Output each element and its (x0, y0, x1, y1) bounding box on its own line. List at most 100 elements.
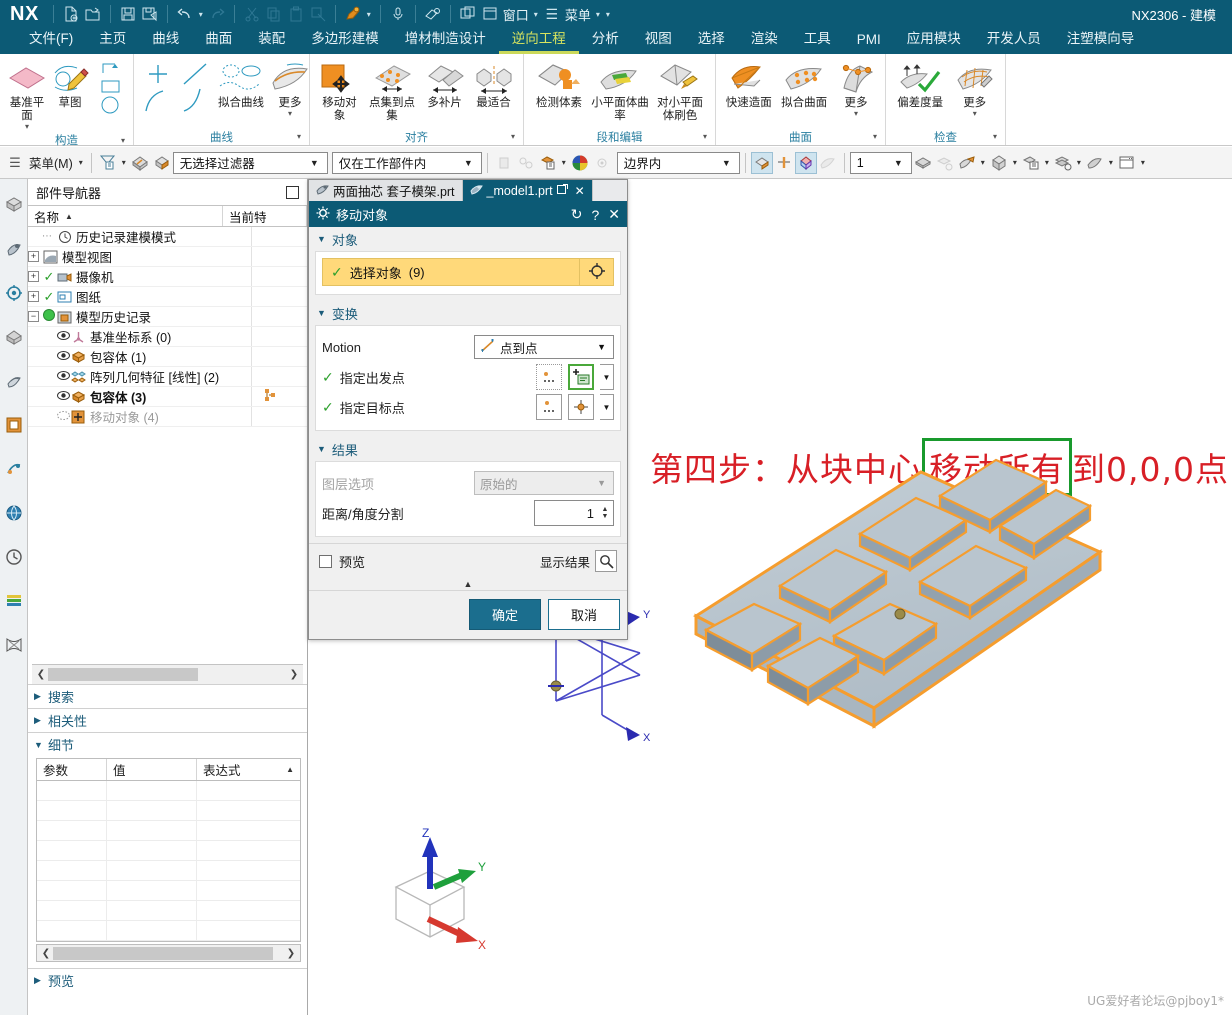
details-column-value[interactable]: 值 (107, 759, 197, 780)
layers-icon[interactable] (1, 403, 27, 447)
tab-additive-manufacturing[interactable]: 增材制造设计 (392, 25, 499, 54)
tab-render[interactable]: 渲染 (738, 25, 791, 54)
ribbon-button-detect-primitives[interactable]: 检测体素 (529, 58, 589, 111)
target-point-constructor-button[interactable] (568, 394, 594, 420)
microphone-icon[interactable] (387, 3, 409, 25)
start-point-select-button[interactable] (536, 364, 562, 390)
chevron-down-icon[interactable]: ▾ (703, 132, 707, 141)
save-icon[interactable] (117, 3, 139, 25)
shaded-body-icon[interactable] (129, 152, 151, 174)
tab-mold-wizard[interactable]: 注塑模向导 (1054, 25, 1148, 54)
ok-button[interactable]: 确定 (468, 599, 541, 630)
tab-assembly[interactable]: 装配 (245, 25, 298, 54)
ribbon-button-paint-facet-body[interactable]: 对小平面体刷色 (651, 58, 709, 124)
selection-filter-combo[interactable]: 无选择过滤器 ▼ (172, 151, 328, 174)
start-point-dropdown-caret[interactable]: ▼ (600, 364, 614, 390)
stepper-up-icon[interactable]: ▲ (602, 506, 609, 513)
window-icon[interactable] (479, 3, 501, 25)
assembly-icon[interactable] (1020, 152, 1042, 174)
chevron-down-icon[interactable]: ▾ (1042, 158, 1052, 167)
scroll-thumb[interactable] (53, 946, 273, 960)
show-result-group[interactable]: 显示结果 (540, 550, 617, 572)
ribbon-button-datum-plane[interactable]: 基准平面 ▾ (5, 58, 49, 132)
details-horizontal-scrollbar[interactable]: ❮ ❯ (36, 944, 301, 962)
start-point-dialog-button[interactable] (568, 364, 594, 390)
tab-reverse-engineering[interactable]: 逆向工程 (498, 25, 579, 54)
pen-icon[interactable] (342, 3, 364, 25)
details-row[interactable] (37, 821, 300, 841)
stepper-arrows[interactable]: ▲ ▼ (599, 506, 613, 520)
chevron-down-icon[interactable]: ▾ (297, 132, 301, 141)
eraser-icon[interactable] (422, 3, 444, 25)
ribbon-button-more-inspect[interactable]: 更多 ▾ (949, 58, 1000, 119)
visibility-eye-icon[interactable] (56, 370, 70, 384)
section-header-transform[interactable]: ▼ 变换 (309, 301, 627, 325)
move-face-icon[interactable] (956, 152, 978, 174)
visibility-eye-icon[interactable] (56, 350, 70, 364)
help-icon[interactable]: ? (591, 207, 599, 223)
tab-tools[interactable]: 工具 (791, 25, 844, 54)
ribbon-button-point-set-to-point-set[interactable]: 点集到点集 (364, 58, 420, 124)
target-point-select-button[interactable] (536, 394, 562, 420)
boundary-combo[interactable]: 边界内 ▼ (616, 151, 740, 174)
window-dropdown-caret[interactable]: ▾ (531, 10, 541, 19)
chevron-down-icon[interactable]: ▼ (34, 740, 48, 750)
section-dependencies[interactable]: ▶ 相关性 (28, 708, 307, 732)
select-object-crosshair-button[interactable] (580, 258, 614, 286)
tree-row-cameras[interactable]: + ✓ 摄像机 (28, 267, 307, 287)
chevron-down-icon[interactable]: ▾ (76, 158, 86, 167)
expand-icon[interactable]: + (28, 291, 39, 302)
details-row[interactable] (37, 921, 300, 941)
tab-developer[interactable]: 开发人员 (974, 25, 1054, 54)
ribbon-button-curve-shapes[interactable] (91, 58, 128, 118)
part-navigator-icon[interactable] (1, 227, 27, 271)
chevron-down-icon[interactable]: ▾ (119, 158, 129, 167)
ribbon-button-best-fit[interactable]: 最适合 (469, 58, 518, 111)
shaded-display-icon[interactable] (750, 151, 773, 174)
chevron-down-icon[interactable]: ▼ (716, 158, 737, 168)
section-details[interactable]: ▼ 细节 (28, 732, 307, 756)
chevron-down-icon[interactable]: ▾ (25, 123, 29, 131)
roles-icon[interactable] (1, 579, 27, 623)
tab-curve[interactable]: 曲线 (139, 25, 192, 54)
ribbon-button-point[interactable] (139, 58, 177, 118)
chevron-down-icon[interactable]: ▾ (978, 158, 988, 167)
expand-icon[interactable]: + (28, 251, 39, 262)
hamburger-icon[interactable]: ☰ (4, 152, 26, 174)
chevron-right-icon[interactable]: ▶ (34, 975, 48, 986)
save-as-icon[interactable] (139, 3, 161, 25)
chevron-down-icon[interactable]: ▾ (288, 110, 292, 118)
menu-m-button[interactable]: 菜单(M) (26, 151, 76, 175)
chevron-down-icon[interactable]: ▾ (1074, 158, 1084, 167)
scroll-left-icon[interactable]: ❮ (34, 669, 48, 680)
tab-analysis[interactable]: 分析 (579, 25, 632, 54)
body-icon[interactable] (988, 152, 1010, 174)
tree-row-model-views[interactable]: + 模型视图 (28, 247, 307, 267)
chevron-down-icon[interactable]: ▾ (873, 132, 877, 141)
color-wheel-icon[interactable] (569, 152, 591, 174)
select-object-row[interactable]: ✓ 选择对象 (9) (322, 258, 614, 286)
tab-surface[interactable]: 曲面 (192, 25, 245, 54)
undo-dropdown-caret[interactable]: ▾ (196, 10, 206, 19)
expand-icon[interactable]: + (28, 271, 39, 282)
chevron-down-icon[interactable]: ▼ (304, 158, 325, 168)
chevron-down-icon[interactable]: ▾ (973, 110, 977, 118)
feature-tree[interactable]: ⋯ 历史记录建模模式 + 模型视图 + ✓ 摄像机 + ✓ 图纸 − 模型历史记… (28, 227, 307, 664)
chevron-down-icon[interactable]: ▾ (559, 158, 569, 167)
close-icon[interactable]: ✕ (575, 184, 585, 198)
section-icon[interactable] (773, 152, 795, 174)
preview-checkbox[interactable] (319, 554, 332, 568)
layer-combo[interactable]: 1 ▼ (849, 151, 912, 174)
orientation-triad[interactable]: Z Y X (378, 827, 498, 957)
dialog-collapse-handle[interactable]: ▲ (309, 578, 627, 590)
tree-row-model-history[interactable]: − 模型历史记录 (28, 307, 307, 327)
chevron-down-icon[interactable]: ▾ (1138, 158, 1148, 167)
tree-row-bounding-body-3[interactable]: 包容体 (3) (28, 387, 307, 407)
face-select-icon[interactable] (151, 152, 173, 174)
tab-home[interactable]: 主页 (86, 25, 139, 54)
details-row[interactable] (37, 781, 300, 801)
detach-tab-icon[interactable] (556, 183, 568, 198)
collapse-icon[interactable]: − (28, 311, 39, 322)
process-icon[interactable] (1, 447, 27, 491)
chevron-down-icon[interactable]: ▼ (592, 342, 611, 352)
